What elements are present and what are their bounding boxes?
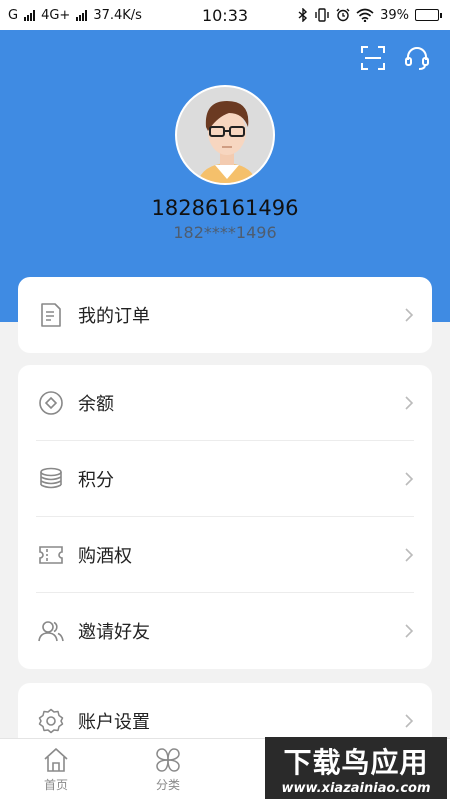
menu-label: 账户设置 [78, 712, 150, 733]
menu-label: 积分 [78, 470, 114, 491]
network-label: 4G+ [41, 7, 71, 23]
menu-label: 我的订单 [78, 306, 150, 327]
home-icon [44, 747, 68, 772]
clock: 10:33 [201, 5, 249, 25]
watermark-title: 下载鸟应用 [283, 745, 429, 779]
bluetooth-icon [298, 8, 308, 22]
tab-label: 首页 [43, 777, 68, 792]
invite-friends-icon [38, 618, 64, 644]
network-speed: 37.4K/s [93, 7, 142, 23]
category-icon [156, 747, 180, 772]
vibrate-icon [315, 8, 329, 22]
tab-label: 分类 [155, 777, 180, 792]
signal-icon [24, 9, 36, 21]
gear-icon [38, 708, 64, 734]
user-masked-phone: 182****1496 [173, 223, 277, 242]
menu-row-wine-rights[interactable]: 购酒权 [18, 517, 432, 593]
menu-label: 邀请好友 [78, 622, 150, 643]
menu-label: 余额 [78, 394, 114, 415]
balance-icon [38, 390, 64, 416]
menu-label: 购酒权 [78, 546, 132, 567]
status-left: G 4G+ 37.4K/s [8, 8, 142, 23]
orders-card[interactable]: 我的订单 [18, 277, 432, 353]
battery-icon [415, 9, 442, 21]
chevron-right-icon [405, 308, 414, 322]
status-bar: G 4G+ 37.4K/s 10:33 39% [0, 0, 450, 30]
chevron-right-icon [405, 548, 414, 562]
scan-icon[interactable] [359, 44, 387, 72]
coins-icon [38, 466, 64, 492]
headset-icon[interactable] [403, 44, 431, 72]
user-phone: 18286161496 [151, 196, 299, 220]
watermark-logo: 下载鸟应用 www.xiazainiao.com [265, 737, 447, 799]
menu-row-invite[interactable]: 邀请好友 [18, 593, 432, 669]
avatar-illustration [197, 101, 257, 183]
chevron-right-icon [405, 472, 414, 486]
menu-row-balance[interactable]: 余额 [18, 365, 432, 441]
battery-percent: 39% [380, 7, 409, 23]
avatar[interactable] [175, 85, 275, 185]
tab-category[interactable]: 分类 [112, 739, 224, 800]
wifi-icon [356, 8, 374, 22]
tab-home[interactable]: 首页 [0, 739, 112, 800]
watermark-url: www.xiazainiao.com [281, 780, 431, 796]
menu-row-orders[interactable]: 我的订单 [18, 277, 432, 353]
menu-row-points[interactable]: 积分 [18, 441, 432, 517]
ticket-icon [38, 542, 64, 568]
status-right: 39% [298, 8, 442, 23]
chevron-right-icon [405, 714, 414, 728]
menu-card: 余额 积分 购酒权 邀请好友 [18, 365, 432, 669]
alarm-icon [336, 8, 350, 22]
document-icon [38, 302, 64, 328]
signal-icon-2 [76, 9, 88, 21]
carrier-label: G [8, 7, 19, 23]
chevron-right-icon [405, 396, 414, 410]
chevron-right-icon [405, 624, 414, 638]
